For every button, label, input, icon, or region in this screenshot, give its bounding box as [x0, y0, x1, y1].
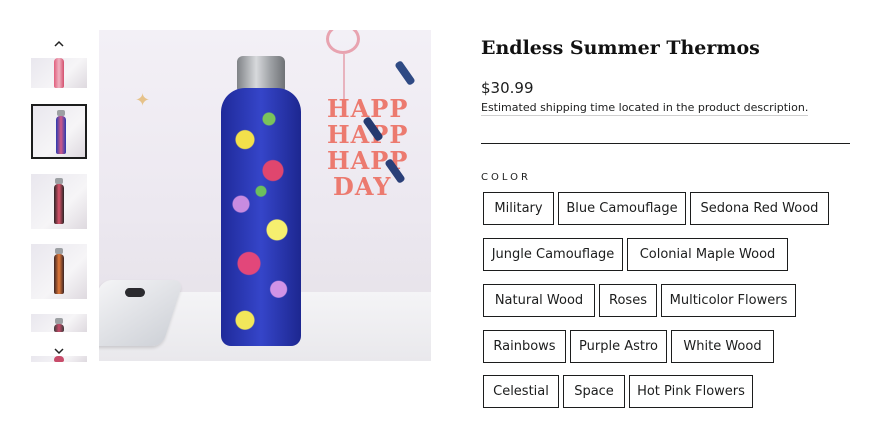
color-option-military[interactable]: Military: [483, 192, 554, 225]
color-option-sedona-red-wood[interactable]: Sedona Red Wood: [690, 192, 829, 225]
color-option-space[interactable]: Space: [563, 375, 625, 408]
color-option-label: COLOR: [481, 172, 531, 183]
color-option-celestial[interactable]: Celestial: [483, 375, 559, 408]
brush-graphic: [394, 60, 416, 86]
thumbnail-5[interactable]: [31, 314, 87, 332]
color-option-blue-camouflage[interactable]: Blue Camouflage: [558, 192, 686, 225]
product-title: Endless Summer Thermos: [481, 37, 760, 59]
thumbnail-2[interactable]: [31, 104, 87, 159]
color-option-jungle-camouflage[interactable]: Jungle Camouflage: [483, 238, 623, 271]
color-option-purple-astro[interactable]: Purple Astro: [570, 330, 667, 363]
shipping-note: Estimated shipping time located in the p…: [481, 101, 809, 116]
thumbnail-scroll-up-button[interactable]: [30, 32, 88, 54]
thumbnail-scroll-down-button[interactable]: [30, 340, 88, 362]
color-option-rainbows[interactable]: Rainbows: [483, 330, 566, 363]
color-option-multicolor-flowers[interactable]: Multicolor Flowers: [661, 284, 796, 317]
chevron-up-icon: [54, 40, 64, 47]
color-option-roses[interactable]: Roses: [599, 284, 657, 317]
color-option-natural-wood[interactable]: Natural Wood: [483, 284, 595, 317]
color-option-white-wood[interactable]: White Wood: [671, 330, 774, 363]
sparkle-icon: ✦: [135, 90, 151, 111]
product-gallery: ✦ HAPP HAPP HAPP DAY: [0, 0, 440, 425]
thumbnail-1[interactable]: [31, 58, 87, 88]
bottle-cap: [237, 56, 285, 90]
color-option-hot-pink-flowers[interactable]: Hot Pink Flowers: [629, 375, 753, 408]
main-product-image[interactable]: ✦ HAPP HAPP HAPP DAY: [99, 30, 431, 361]
chevron-down-icon: [54, 347, 64, 354]
product-info: Endless Summer Thermos $30.99 Estimated …: [481, 0, 861, 425]
photo-banner-text: HAPP HAPP HAPP DAY: [327, 94, 409, 201]
color-option-colonial-maple-wood[interactable]: Colonial Maple Wood: [627, 238, 788, 271]
thumbnail-3[interactable]: [31, 174, 87, 229]
product-price: $30.99: [481, 79, 534, 97]
balloon-graphic: [326, 30, 360, 54]
bottle-body: [221, 88, 301, 346]
thumbnail-4[interactable]: [31, 244, 87, 299]
divider: [481, 143, 850, 144]
